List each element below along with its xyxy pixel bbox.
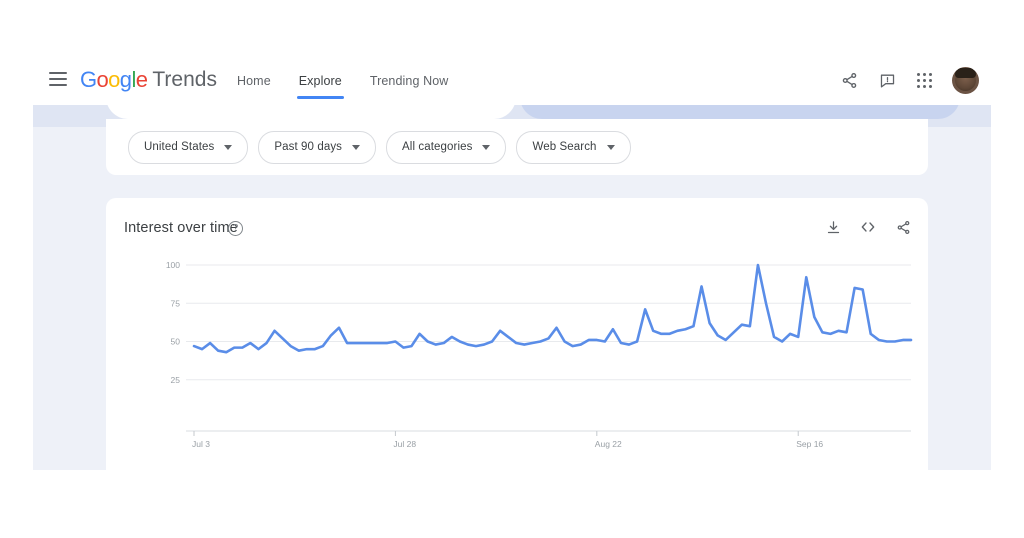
chart-series xyxy=(192,263,913,354)
help-icon[interactable]: ? xyxy=(228,221,243,236)
interest-over-time-card: Interest over time ? 25 50 75 100 Jul 3 … xyxy=(106,198,928,470)
card-header: Interest over time ? xyxy=(106,198,928,260)
filter-chip-searchtype[interactable]: Web Search xyxy=(516,130,631,164)
trend-line xyxy=(192,263,913,354)
filter-chip-timerange[interactable]: Past 90 days xyxy=(258,130,377,164)
chart-canvas: 25 50 75 100 Jul 3 Jul 28 Aug 22 Sep 16 xyxy=(166,260,913,449)
chart-x-axis: Jul 3 Jul 28 Aug 22 Sep 16 xyxy=(186,430,911,449)
svg-text:Jul 28: Jul 28 xyxy=(393,439,416,449)
chart-y-axis-labels: 25 50 75 100 xyxy=(166,260,180,385)
nav-item-explore[interactable]: Explore xyxy=(285,56,356,105)
card-action-icons xyxy=(822,216,914,238)
filter-bar: United States Past 90 days All categorie… xyxy=(106,119,928,175)
svg-text:50: 50 xyxy=(171,337,181,347)
hamburger-menu-icon[interactable] xyxy=(49,71,69,87)
filter-chip-timerange-label: Past 90 days xyxy=(274,141,343,153)
chevron-down-icon xyxy=(606,144,615,150)
filter-chip-category-label: All categories xyxy=(402,141,473,153)
chevron-down-icon xyxy=(482,144,491,150)
svg-text:Jul 3: Jul 3 xyxy=(192,439,210,449)
filter-chip-location-label: United States xyxy=(144,141,215,153)
feedback-icon[interactable] xyxy=(870,64,904,98)
svg-text:100: 100 xyxy=(166,260,180,270)
share-chart-icon[interactable] xyxy=(892,216,914,238)
filter-chip-location[interactable]: United States xyxy=(128,130,249,164)
main-nav: Home Explore Trending Now xyxy=(223,56,462,105)
svg-text:Aug 22: Aug 22 xyxy=(595,439,622,449)
product-name: Trends xyxy=(152,68,217,91)
svg-text:75: 75 xyxy=(171,298,181,308)
filter-chip-category[interactable]: All categories xyxy=(386,130,507,164)
chevron-down-icon xyxy=(352,144,361,150)
user-avatar[interactable] xyxy=(952,67,979,94)
interest-over-time-chart[interactable]: 25 50 75 100 Jul 3 Jul 28 Aug 22 Sep 16 xyxy=(106,253,928,468)
svg-text:25: 25 xyxy=(171,375,181,385)
google-trends-logo[interactable]: Google Trends xyxy=(80,67,217,93)
embed-code-icon[interactable] xyxy=(857,216,879,238)
filter-chip-searchtype-label: Web Search xyxy=(532,141,597,153)
apps-grid-icon[interactable] xyxy=(908,64,942,98)
chevron-down-icon xyxy=(224,144,233,150)
nav-item-trending-now[interactable]: Trending Now xyxy=(356,56,463,105)
screenshot-root: Google Trends Home Explore Trending Now xyxy=(0,0,1024,538)
google-wordmark: Google xyxy=(80,67,148,92)
card-title: Interest over time xyxy=(124,220,238,236)
top-action-icons xyxy=(832,56,979,105)
svg-text:Sep 16: Sep 16 xyxy=(796,439,823,449)
google-trends-app: Google Trends Home Explore Trending Now xyxy=(33,56,991,470)
top-navigation-bar: Google Trends Home Explore Trending Now xyxy=(33,56,991,105)
download-icon[interactable] xyxy=(822,216,844,238)
share-icon[interactable] xyxy=(832,64,866,98)
chart-gridlines xyxy=(186,264,911,381)
nav-item-home[interactable]: Home xyxy=(223,56,285,105)
